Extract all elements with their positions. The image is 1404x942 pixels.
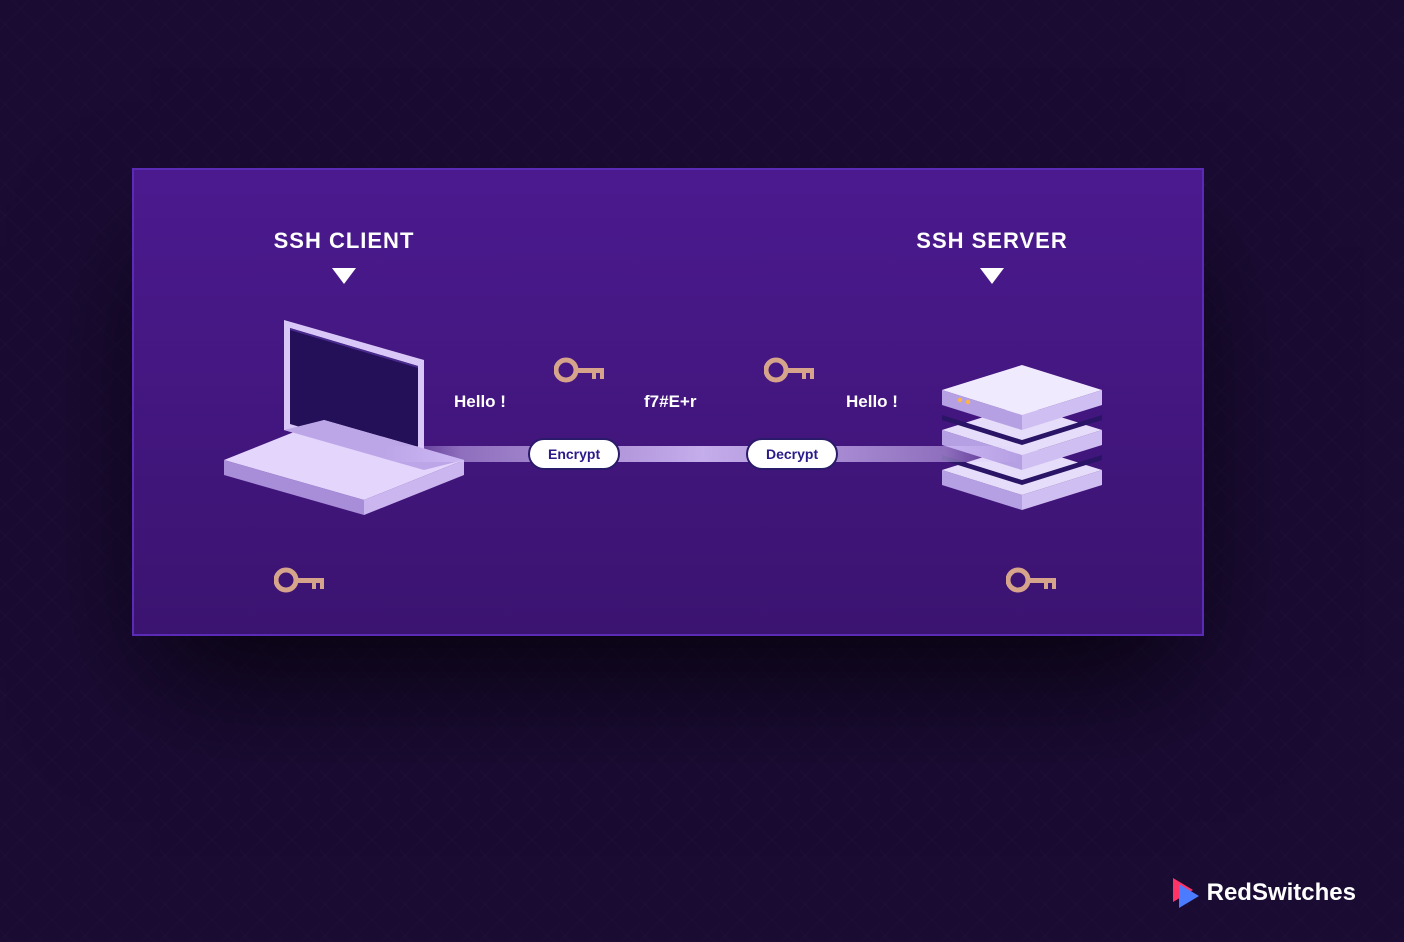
key-icon: [554, 356, 610, 384]
key-icon: [1006, 566, 1062, 594]
key-icon: [764, 356, 820, 384]
triangle-down-icon: [332, 268, 356, 284]
triangle-down-icon: [980, 268, 1004, 284]
decrypt-badge: Decrypt: [746, 438, 838, 470]
diagram-card: SSH CLIENT SSH SERVER: [132, 168, 1204, 636]
server-icon: [932, 360, 1112, 520]
ssh-server-title: SSH SERVER: [892, 228, 1092, 254]
ciphertext-label: f7#E+r: [644, 392, 696, 412]
brand-logo: RedSwitches: [1173, 878, 1356, 908]
ssh-client-title: SSH CLIENT: [244, 228, 444, 254]
encrypt-badge: Encrypt: [528, 438, 620, 470]
laptop-icon: [214, 310, 474, 530]
connection-beam: [384, 446, 1022, 462]
brand-name: RedSwitches: [1207, 879, 1356, 907]
play-icon: [1173, 878, 1199, 908]
key-icon: [274, 566, 330, 594]
plaintext-before-label: Hello !: [454, 392, 506, 412]
plaintext-after-label: Hello !: [846, 392, 898, 412]
